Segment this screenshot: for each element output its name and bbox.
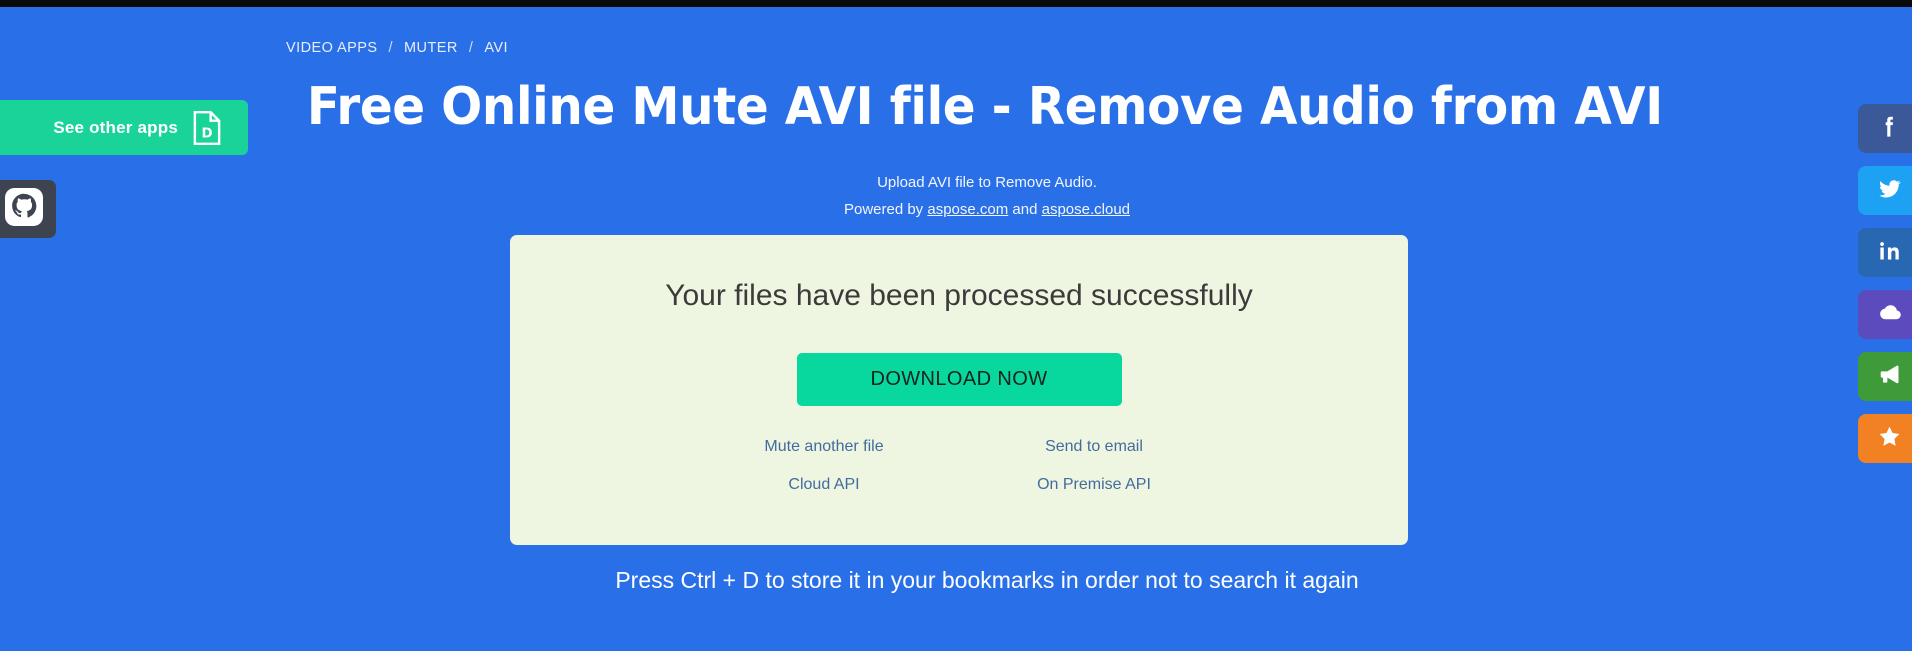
share-cloud-button[interactable] bbox=[1858, 290, 1912, 339]
favorite-button[interactable] bbox=[1858, 414, 1912, 463]
breadcrumb-item-avi[interactable]: AVI bbox=[484, 40, 508, 56]
facebook-icon bbox=[1876, 113, 1903, 145]
star-icon bbox=[1876, 423, 1903, 455]
share-linkedin-button[interactable] bbox=[1858, 228, 1912, 277]
aspose-com-link[interactable]: aspose.com bbox=[927, 201, 1008, 218]
download-now-button[interactable]: DOWNLOAD NOW bbox=[796, 353, 1122, 406]
page-canvas: VIDEO APPS / MUTER / AVI See other apps … bbox=[0, 7, 1912, 651]
twitter-icon bbox=[1876, 175, 1903, 207]
send-to-email-link[interactable]: Send to email bbox=[959, 438, 1229, 456]
breadcrumb-item-muter[interactable]: MUTER bbox=[404, 40, 458, 56]
share-facebook-button[interactable] bbox=[1858, 104, 1912, 153]
cloud-icon bbox=[1876, 299, 1903, 331]
bookmark-hint: Press Ctrl + D to store it in your bookm… bbox=[615, 567, 1359, 593]
share-twitter-button[interactable] bbox=[1858, 166, 1912, 215]
card-action-links: Mute another file Send to email Cloud AP… bbox=[689, 438, 1229, 494]
on-premise-api-link[interactable]: On Premise API bbox=[959, 476, 1229, 494]
success-message: Your files have been processed successfu… bbox=[665, 279, 1253, 312]
powered-by-prefix: Powered by bbox=[843, 201, 928, 218]
breadcrumb-item-video-apps[interactable]: VIDEO APPS bbox=[286, 40, 378, 56]
cloud-api-link[interactable]: Cloud API bbox=[689, 476, 959, 494]
powered-by-middle: and bbox=[1008, 201, 1042, 218]
breadcrumb-separator: / bbox=[388, 40, 394, 56]
top-black-strip bbox=[0, 0, 1912, 7]
page-title: Free Online Mute AVI file - Remove Audio… bbox=[306, 77, 1663, 137]
megaphone-icon bbox=[1876, 361, 1903, 393]
breadcrumb-separator: / bbox=[468, 40, 474, 56]
result-card: Your files have been processed successfu… bbox=[510, 235, 1408, 545]
social-share-rail bbox=[1850, 104, 1912, 463]
powered-by-line: Powered by aspose.com and aspose.cloud bbox=[0, 201, 1912, 218]
aspose-cloud-link[interactable]: aspose.cloud bbox=[1042, 201, 1130, 218]
page-subtitle: Upload AVI file to Remove Audio. bbox=[877, 174, 1097, 191]
share-announce-button[interactable] bbox=[1858, 352, 1912, 401]
linkedin-icon bbox=[1876, 237, 1903, 269]
breadcrumb: VIDEO APPS / MUTER / AVI bbox=[286, 40, 508, 56]
mute-another-file-link[interactable]: Mute another file bbox=[689, 438, 959, 456]
